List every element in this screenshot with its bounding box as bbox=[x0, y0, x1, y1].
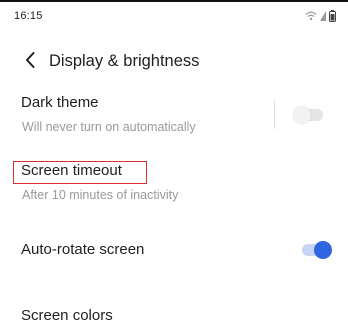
auto-rotate-title: Auto-rotate screen bbox=[21, 241, 145, 258]
back-button[interactable] bbox=[18, 50, 42, 74]
top-edge-bar bbox=[0, 0, 348, 2]
settings-list: Dark theme Will never turn on automatica… bbox=[0, 88, 348, 329]
page-title: Display & brightness bbox=[49, 52, 200, 70]
status-time: 16:15 bbox=[14, 10, 43, 22]
screen-colors-title: Screen colors bbox=[21, 307, 113, 324]
chevron-left-icon bbox=[24, 51, 36, 74]
screen-timeout-row[interactable]: Screen timeout After 10 minutes of inact… bbox=[0, 156, 348, 210]
toggle-knob bbox=[314, 241, 332, 259]
auto-rotate-row[interactable]: Auto-rotate screen bbox=[0, 230, 348, 270]
row-divider bbox=[274, 100, 275, 129]
dark-theme-toggle[interactable] bbox=[293, 106, 327, 124]
wifi-icon bbox=[305, 11, 317, 21]
dark-theme-row[interactable]: Dark theme Will never turn on automatica… bbox=[0, 88, 348, 144]
status-bar: 16:15 bbox=[0, 6, 348, 26]
status-icons bbox=[305, 9, 336, 23]
signal-icon bbox=[320, 11, 326, 21]
auto-rotate-toggle[interactable] bbox=[298, 241, 332, 259]
screen-colors-row[interactable]: Screen colors bbox=[0, 298, 348, 329]
dark-theme-subtitle: Will never turn on automatically bbox=[22, 120, 196, 134]
app-header: Display & brightness bbox=[0, 44, 348, 80]
toggle-knob bbox=[293, 106, 311, 124]
dark-theme-title: Dark theme bbox=[21, 94, 99, 111]
screen-timeout-title: Screen timeout bbox=[21, 162, 122, 179]
battery-icon bbox=[329, 10, 336, 22]
screen-timeout-subtitle: After 10 minutes of inactivity bbox=[22, 188, 179, 202]
